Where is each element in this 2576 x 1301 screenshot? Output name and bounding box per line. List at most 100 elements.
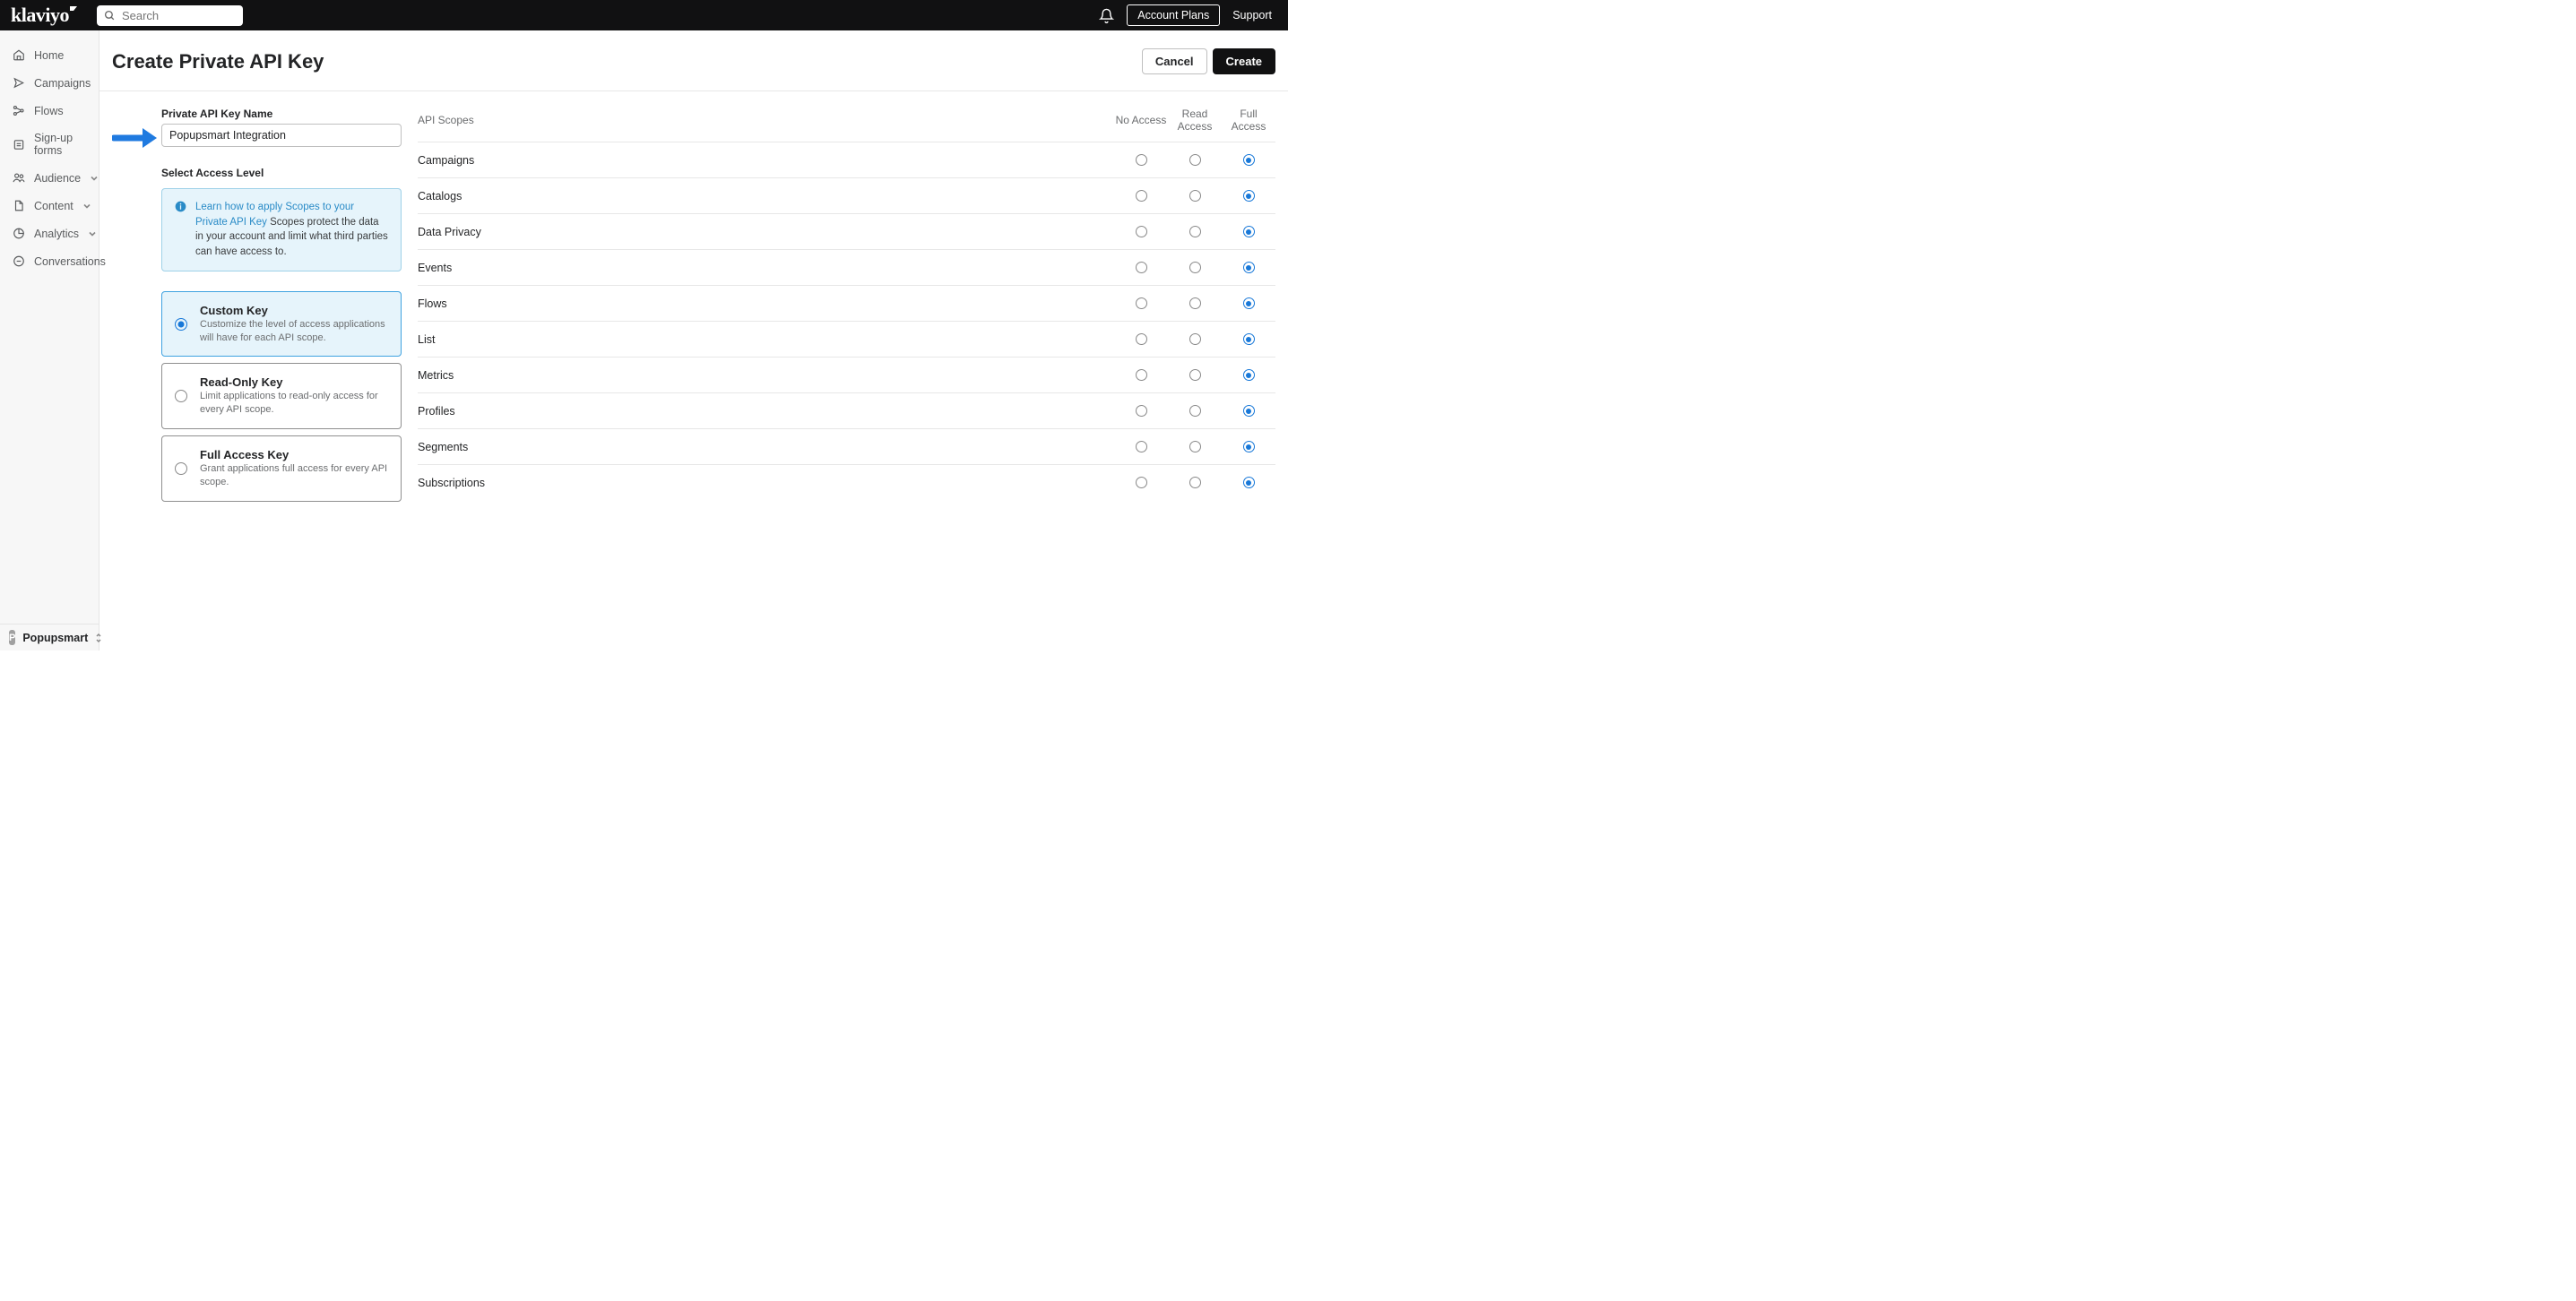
sidebar-item-label: Flows <box>34 105 64 117</box>
cancel-button[interactable]: Cancel <box>1142 48 1207 74</box>
sidebar-item-label: Audience <box>34 172 81 185</box>
sidebar-item-conversations[interactable]: Conversations <box>0 247 99 275</box>
sidebar-item-sign-up-forms[interactable]: Sign-up forms <box>0 125 99 164</box>
access-level-read-only-key[interactable]: Read-Only KeyLimit applications to read-… <box>161 363 402 429</box>
scope-radio[interactable] <box>1243 262 1255 273</box>
sidebar-item-audience[interactable]: Audience <box>0 164 99 192</box>
col-header-readaccess: Read Access <box>1168 108 1222 133</box>
card-desc: Customize the level of access applicatio… <box>200 318 388 345</box>
scope-radio[interactable] <box>1243 190 1255 202</box>
scope-radio[interactable] <box>1136 405 1147 417</box>
sidebar-item-home[interactable]: Home <box>0 41 99 69</box>
brand-logo[interactable]: klaviyo <box>9 4 79 27</box>
col-header-scope: API Scopes <box>418 114 1114 126</box>
search-input[interactable] <box>97 5 243 26</box>
scope-radio[interactable] <box>1243 477 1255 488</box>
scope-radio[interactable] <box>1243 333 1255 345</box>
support-link[interactable]: Support <box>1232 9 1279 22</box>
search-icon <box>104 10 116 22</box>
scope-radio[interactable] <box>1243 297 1255 309</box>
sidebar-item-analytics[interactable]: Analytics <box>0 220 99 247</box>
scope-radio[interactable] <box>1189 441 1201 452</box>
scope-radio[interactable] <box>1243 405 1255 417</box>
sidebar-item-label: Conversations <box>34 255 106 268</box>
scope-radio[interactable] <box>1243 154 1255 166</box>
chevron-down-icon <box>90 174 99 183</box>
scope-radio[interactable] <box>1136 333 1147 345</box>
sidebar-item-label: Home <box>34 49 64 62</box>
flow-icon <box>13 104 25 117</box>
main: Create Private API Key Cancel Create Pri… <box>99 30 1288 650</box>
access-level-label: Select Access Level <box>161 167 402 179</box>
col-header-fullaccess: Full Access <box>1222 108 1275 133</box>
radio-icon <box>175 390 187 402</box>
api-key-name-input[interactable] <box>161 124 402 147</box>
org-name: Popupsmart <box>22 632 88 644</box>
org-switcher[interactable]: P Popupsmart <box>0 624 99 650</box>
account-plans-button[interactable]: Account Plans <box>1127 4 1220 26</box>
scope-name: Segments <box>418 441 1114 453</box>
scope-radio[interactable] <box>1189 297 1201 309</box>
scope-radio[interactable] <box>1189 477 1201 488</box>
topbar-right: Account Plans Support <box>1099 4 1279 26</box>
search-wrap <box>97 5 243 26</box>
card-title: Read-Only Key <box>200 375 388 389</box>
sidebar-item-campaigns[interactable]: Campaigns <box>0 69 99 97</box>
people-icon <box>13 171 25 185</box>
doc-icon <box>13 199 25 212</box>
pointer-arrow <box>112 108 152 508</box>
scope-radio[interactable] <box>1189 333 1201 345</box>
scope-row-data-privacy: Data Privacy <box>418 214 1275 250</box>
chevron-down-icon <box>82 202 91 211</box>
scope-radio[interactable] <box>1136 262 1147 273</box>
chart-icon <box>13 227 25 240</box>
scopes-table: API Scopes No Access Read Access Full Ac… <box>418 108 1275 500</box>
scope-radio[interactable] <box>1189 262 1201 273</box>
scope-row-flows: Flows <box>418 286 1275 322</box>
scopes-column: API Scopes No Access Read Access Full Ac… <box>411 108 1275 508</box>
scope-name: List <box>418 333 1114 346</box>
scope-row-metrics: Metrics <box>418 358 1275 393</box>
scope-name: Profiles <box>418 405 1114 418</box>
page-header: Create Private API Key Cancel Create <box>99 30 1288 91</box>
scope-radio[interactable] <box>1136 369 1147 381</box>
scope-radio[interactable] <box>1243 226 1255 237</box>
card-title: Full Access Key <box>200 448 388 461</box>
scope-radio[interactable] <box>1136 226 1147 237</box>
access-level-full-access-key[interactable]: Full Access KeyGrant applications full a… <box>161 435 402 502</box>
scope-radio[interactable] <box>1189 190 1201 202</box>
scope-row-events: Events <box>418 250 1275 286</box>
chevron-down-icon <box>88 229 97 238</box>
scope-row-subscriptions: Subscriptions <box>418 465 1275 500</box>
sidebar-item-label: Campaigns <box>34 77 91 90</box>
card-desc: Limit applications to read-only access f… <box>200 390 388 417</box>
card-desc: Grant applications full access for every… <box>200 462 388 489</box>
form-column: Private API Key Name Select Access Level… <box>161 108 402 508</box>
scope-radio[interactable] <box>1189 405 1201 417</box>
org-badge: P <box>9 630 15 645</box>
api-key-name-label: Private API Key Name <box>161 108 402 120</box>
scope-radio[interactable] <box>1136 154 1147 166</box>
scope-radio[interactable] <box>1136 190 1147 202</box>
scope-radio[interactable] <box>1189 154 1201 166</box>
access-level-custom-key[interactable]: Custom KeyCustomize the level of access … <box>161 291 402 358</box>
home-icon <box>13 48 25 62</box>
scope-row-list: List <box>418 322 1275 358</box>
create-button[interactable]: Create <box>1213 48 1275 74</box>
scope-row-segments: Segments <box>418 429 1275 465</box>
sidebar-item-content[interactable]: Content <box>0 192 99 220</box>
scope-radio[interactable] <box>1243 441 1255 452</box>
scope-name: Catalogs <box>418 190 1114 202</box>
scope-row-profiles: Profiles <box>418 393 1275 429</box>
scope-radio[interactable] <box>1136 441 1147 452</box>
scope-radio[interactable] <box>1136 297 1147 309</box>
scope-name: Data Privacy <box>418 226 1114 238</box>
scope-radio[interactable] <box>1189 226 1201 237</box>
scope-radio[interactable] <box>1243 369 1255 381</box>
sidebar-item-flows[interactable]: Flows <box>0 97 99 125</box>
scope-radio[interactable] <box>1136 477 1147 488</box>
brand-text: klaviyo <box>11 4 69 27</box>
scope-radio[interactable] <box>1189 369 1201 381</box>
notifications-icon[interactable] <box>1099 8 1114 23</box>
col-header-noaccess: No Access <box>1114 114 1168 126</box>
